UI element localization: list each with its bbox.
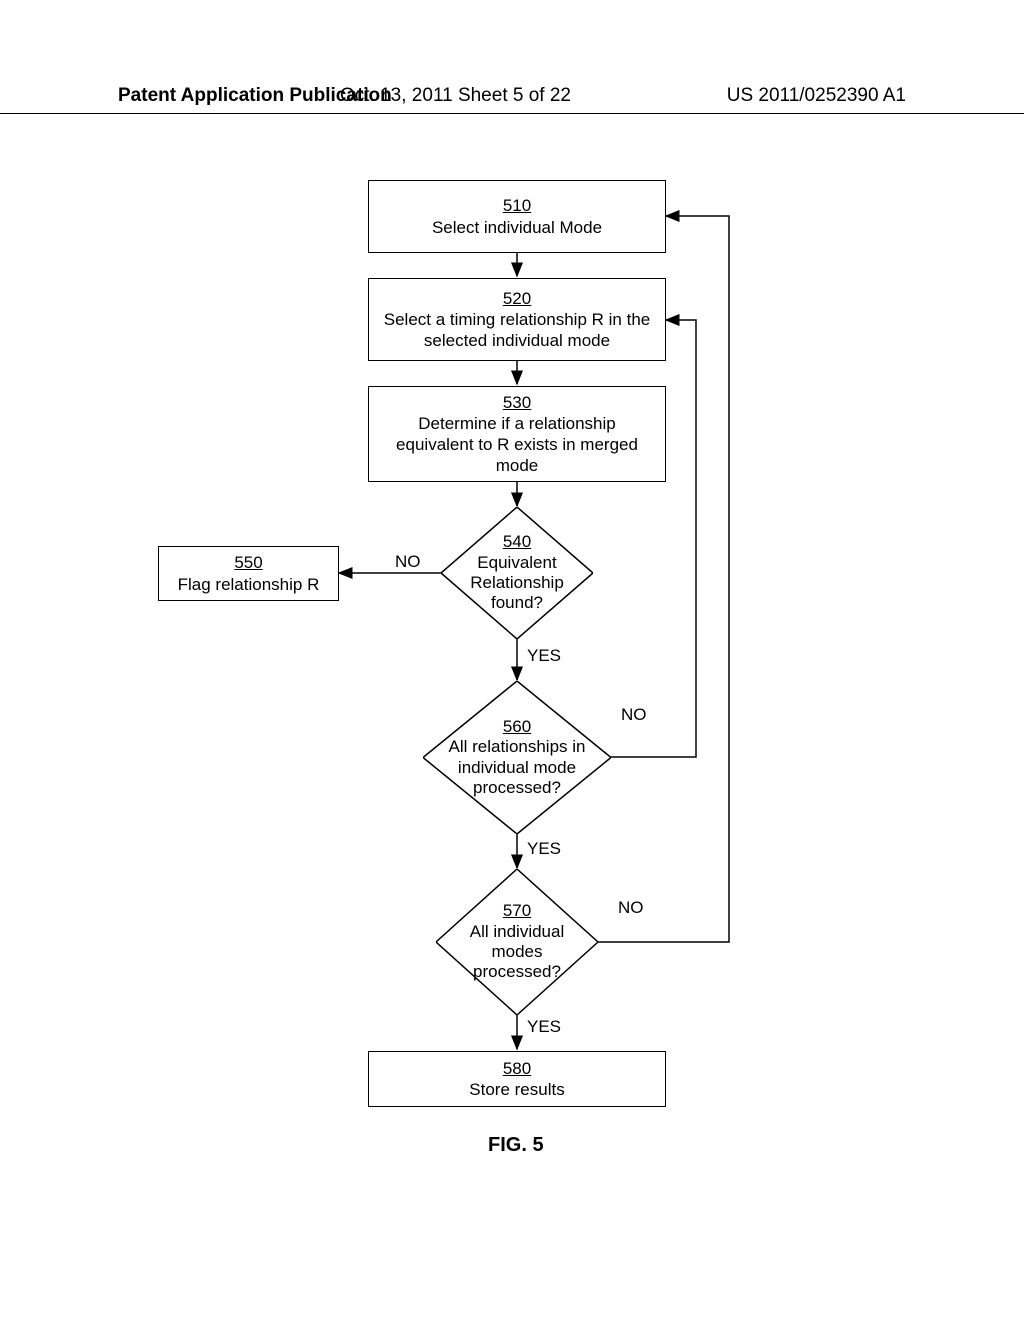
box-520: 520 Select a timing relationship R in th…: [368, 278, 666, 361]
diamond-540-text: Equivalent Relationship found?: [470, 553, 564, 613]
diamond-560-text: All relationships in individual mode pro…: [448, 737, 585, 797]
box-530: 530 Determine if a relationship equivale…: [368, 386, 666, 482]
box-510: 510 Select individual Mode: [368, 180, 666, 253]
box-580-num: 580: [503, 1058, 531, 1079]
figure-caption: FIG. 5: [488, 1134, 544, 1157]
label-no-570: NO: [618, 898, 644, 918]
label-yes-570: YES: [527, 1017, 561, 1037]
label-yes-540: YES: [527, 646, 561, 666]
diamond-570-text: All individual modes processed?: [470, 922, 565, 982]
box-510-text: Select individual Mode: [432, 217, 602, 238]
box-580-text: Store results: [469, 1079, 564, 1100]
box-520-text: Select a timing relationship R in the se…: [369, 309, 665, 352]
box-530-text: Determine if a relationship equivalent t…: [369, 413, 665, 477]
flowchart-container: 510 Select individual Mode 520 Select a …: [0, 114, 1024, 1214]
diamond-570-num: 570: [503, 901, 531, 920]
label-yes-560: YES: [527, 839, 561, 859]
label-no-560: NO: [621, 705, 647, 725]
label-no-540: NO: [395, 552, 421, 572]
box-520-num: 520: [503, 288, 531, 309]
box-550-num: 550: [234, 552, 262, 573]
header-right: US 2011/0252390 A1: [727, 85, 906, 107]
diamond-570: 570 All individual modes processed?: [436, 869, 598, 1015]
box-530-num: 530: [503, 392, 531, 413]
box-580: 580 Store results: [368, 1051, 666, 1107]
page-header: Patent Application Publication Oct. 13, …: [0, 0, 1024, 114]
diamond-560: 560 All relationships in individual mode…: [423, 681, 611, 834]
box-510-num: 510: [503, 195, 531, 216]
box-550-text: Flag relationship R: [178, 574, 320, 595]
diamond-540: 540 Equivalent Relationship found?: [441, 507, 593, 639]
diamond-540-num: 540: [503, 532, 531, 551]
diamond-560-num: 560: [503, 717, 531, 736]
box-550: 550 Flag relationship R: [158, 546, 339, 601]
header-center: Oct. 13, 2011 Sheet 5 of 22: [340, 85, 571, 107]
